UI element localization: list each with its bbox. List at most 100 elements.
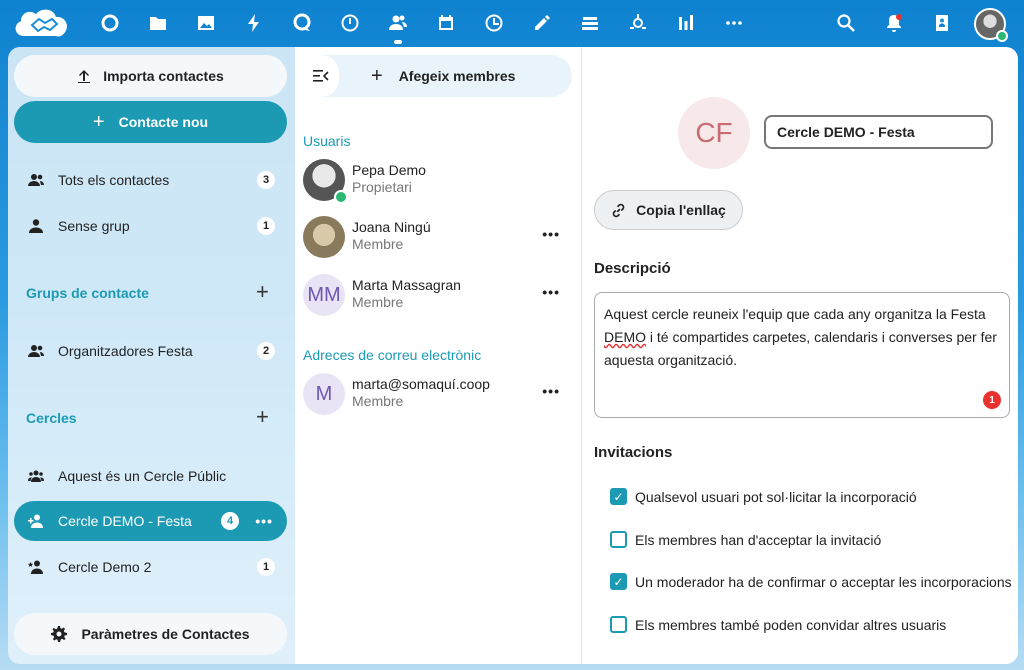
checkbox-unchecked[interactable] <box>610 531 627 548</box>
list-item[interactable]: MM Marta Massagran Membre ••• <box>303 272 572 318</box>
count-badge: 1 <box>257 558 275 576</box>
option-request-join[interactable]: ✓ Qualsevol usuari pot sol·licitar la in… <box>610 488 917 505</box>
person-icon <box>28 218 44 234</box>
circle-name-input[interactable]: Cercle DEMO - Festa <box>764 115 993 149</box>
spelling-error: DEMO <box>604 329 646 345</box>
files-icon[interactable] <box>145 10 171 36</box>
nextcloud-logo[interactable] <box>12 5 72 43</box>
count-badge: 2 <box>257 342 275 360</box>
description-heading: Descripció <box>594 260 671 277</box>
circle-add-person-icon <box>28 513 44 529</box>
nav-item-label: Cercle DEMO - Festa <box>58 513 192 529</box>
activity-icon[interactable] <box>241 10 267 36</box>
checkbox-checked[interactable]: ✓ <box>610 488 627 505</box>
add-circle-icon[interactable]: + <box>256 404 269 430</box>
option-moderator-confirm[interactable]: ✓ Un moderador ha de confirmar o accepta… <box>610 573 1012 590</box>
nav-item-group[interactable]: Organitzadores Festa 2 <box>14 331 287 371</box>
description-text: Aquest cercle reuneix l'equip que cada a… <box>604 306 986 322</box>
contacts-menu-icon[interactable] <box>929 10 955 36</box>
contacts-settings-button[interactable]: Paràmetres de Contactes <box>14 613 287 655</box>
add-members-button[interactable]: + Afegeix membres <box>303 55 572 97</box>
members-list: + Afegeix membres Usuaris Pepa Demo Prop… <box>295 47 582 664</box>
online-status-icon <box>334 190 348 204</box>
description-field[interactable]: Aquest cercle reuneix l'equip que cada a… <box>594 292 1010 418</box>
more-actions-icon[interactable]: ••• <box>542 284 560 300</box>
more-actions-icon[interactable]: ••• <box>255 513 273 529</box>
search-icon[interactable] <box>833 10 859 36</box>
count-badge: 4 <box>221 512 239 530</box>
group-icon <box>28 343 44 359</box>
nav-item-label: Sense grup <box>58 218 130 234</box>
checkbox-unchecked[interactable] <box>610 616 627 633</box>
groups-caption: Grups de contacte <box>26 285 149 301</box>
app-navigation: Importa contactes + Contacte nou Tots el… <box>8 47 295 664</box>
option-label: Els membres també poden convidar altres … <box>635 616 947 633</box>
option-members-invite[interactable]: Els membres també poden convidar altres … <box>610 616 946 633</box>
list-item[interactable]: Joana Ningú Membre ••• <box>303 214 572 260</box>
import-contacts-button[interactable]: Importa contactes <box>14 55 287 97</box>
nav-item-circle[interactable]: Cercle Demo 2 1 <box>14 547 287 587</box>
analytics-icon[interactable] <box>673 10 699 36</box>
circle-avatar: CF <box>678 97 750 169</box>
gear-icon <box>51 626 68 642</box>
list-item[interactable]: Pepa Demo Propietari <box>303 157 572 204</box>
nav-item-all-contacts[interactable]: Tots els contactes 3 <box>14 160 287 200</box>
nav-item-circle-active[interactable]: Cercle DEMO - Festa 4 ••• <box>14 501 287 541</box>
member-role: Membre <box>352 294 404 310</box>
add-group-icon[interactable]: + <box>256 279 269 305</box>
nav-item-label: Organitzadores Festa <box>58 343 193 359</box>
nav-item-circle[interactable]: Aquest és un Cercle Públic <box>14 456 287 496</box>
count-badge: 1 <box>257 217 275 235</box>
member-role: Membre <box>352 236 404 252</box>
nav-item-label: Tots els contactes <box>58 172 170 188</box>
import-contacts-label: Importa contactes <box>103 68 224 84</box>
count-badge: 3 <box>257 171 275 189</box>
plus-icon: + <box>371 64 383 87</box>
new-contact-button[interactable]: + Contacte nou <box>14 101 287 143</box>
user-avatar[interactable] <box>974 8 1008 42</box>
member-role: Membre <box>352 393 404 409</box>
contacts-icon[interactable] <box>385 10 411 44</box>
member-role: Propietari <box>352 179 412 195</box>
notes-icon[interactable] <box>529 10 555 36</box>
avatar: MM <box>303 274 345 316</box>
more-apps-icon[interactable] <box>721 10 747 36</box>
plus-icon: + <box>92 110 105 133</box>
more-actions-icon[interactable]: ••• <box>542 383 560 399</box>
copy-link-button[interactable]: Copia l'enllaç <box>594 190 743 230</box>
circle-star-person-icon <box>28 559 44 575</box>
member-name: Joana Ningú <box>352 219 431 235</box>
helper-icon[interactable] <box>625 10 651 36</box>
nav-item-no-group[interactable]: Sense grup 1 <box>14 206 287 246</box>
list-item[interactable]: M marta@somaquí.coop Membre ••• <box>303 371 572 417</box>
upload-icon <box>78 70 91 83</box>
circle-details: CF Cercle DEMO - Festa Copia l'enllaç De… <box>582 47 1018 664</box>
settings-label: Paràmetres de Contactes <box>81 626 250 642</box>
invitations-heading: Invitacions <box>594 444 673 461</box>
copy-link-label: Copia l'enllaç <box>636 202 726 218</box>
member-name: Pepa Demo <box>352 162 426 178</box>
more-actions-icon[interactable]: ••• <box>542 226 560 242</box>
option-label: Els membres han d'acceptar la invitació <box>635 531 882 548</box>
add-members-label: Afegeix membres <box>398 68 516 84</box>
error-count-badge: 1 <box>983 391 1001 409</box>
photos-icon[interactable] <box>193 10 219 36</box>
deck-icon[interactable] <box>337 10 363 36</box>
group-icon <box>28 172 44 188</box>
option-members-accept[interactable]: Els membres han d'acceptar la invitació <box>610 531 881 548</box>
stack-icon[interactable] <box>577 10 603 36</box>
toggle-navigation-icon[interactable] <box>303 55 339 97</box>
talk-icon[interactable] <box>289 10 315 36</box>
emails-caption: Adreces de correu electrònic <box>303 347 482 363</box>
new-contact-label: Contacte nou <box>118 114 209 130</box>
calendar-icon[interactable] <box>433 10 459 36</box>
notifications-icon[interactable] <box>881 10 907 36</box>
option-label: Qualsevol usuari pot sol·licitar la inco… <box>635 488 917 505</box>
circles-caption: Cercles <box>26 410 77 426</box>
checkbox-checked[interactable]: ✓ <box>610 573 627 590</box>
online-status-icon <box>996 30 1008 42</box>
public-circle-icon <box>28 468 44 484</box>
clock-icon[interactable] <box>481 10 507 36</box>
dashboard-icon[interactable] <box>97 10 123 36</box>
member-name: Marta Massagran <box>352 277 461 293</box>
